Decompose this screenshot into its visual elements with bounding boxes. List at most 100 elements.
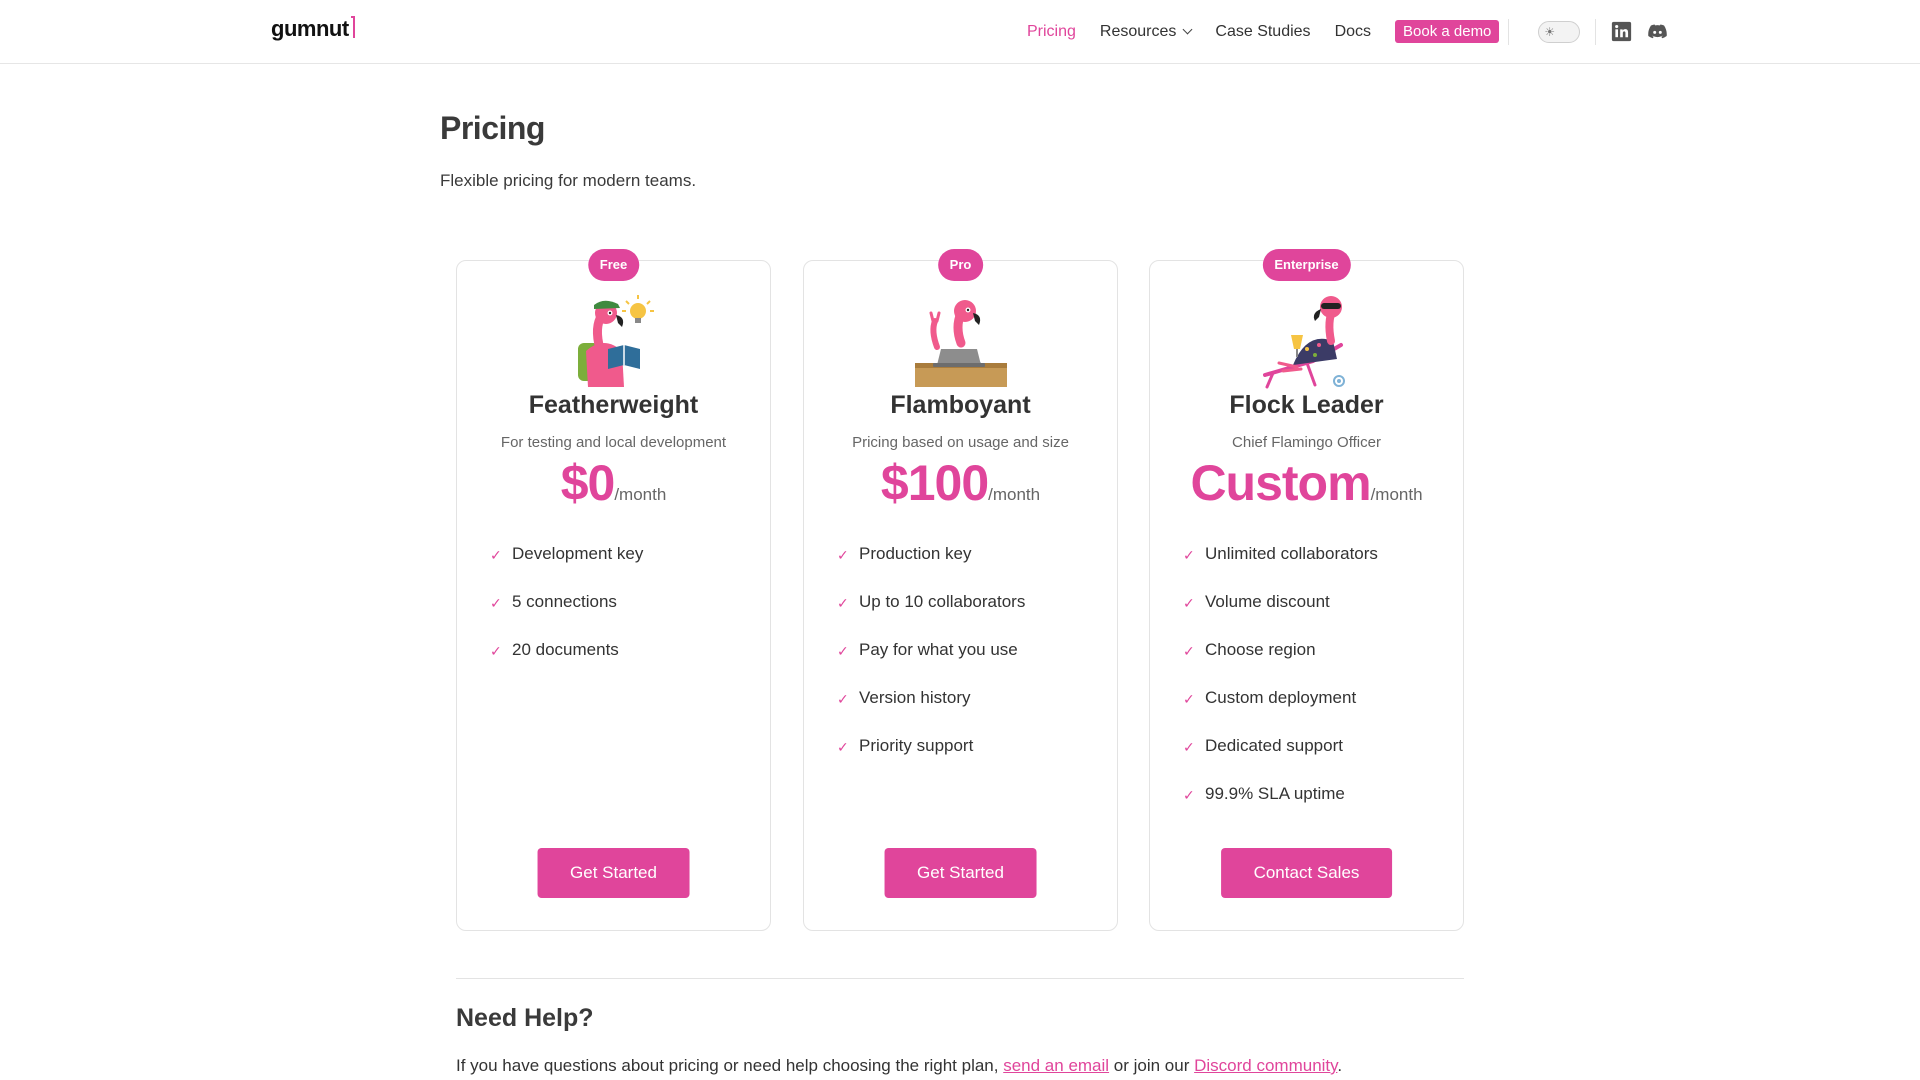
- sun-icon: ☀: [1544, 24, 1556, 39]
- check-icon: ✓: [837, 739, 849, 755]
- discord-community-link[interactable]: Discord community: [1194, 1056, 1337, 1075]
- send-email-link[interactable]: send an email: [1003, 1056, 1109, 1075]
- get-started-button[interactable]: Get Started: [884, 848, 1037, 898]
- feature-item: ✓ 99.9% SLA uptime: [1183, 784, 1378, 832]
- feature-item: ✓ Production key: [837, 544, 1025, 592]
- feature-label: Production key: [859, 544, 972, 563]
- feature-item: ✓ Priority support: [837, 736, 1025, 784]
- feature-label: Dedicated support: [1205, 736, 1343, 755]
- page-title: Pricing: [440, 110, 545, 146]
- plan-description: Chief Flamingo Officer: [1232, 434, 1381, 451]
- price-period: /month: [614, 485, 667, 504]
- feature-label: 20 documents: [512, 640, 619, 659]
- help-text-middle: or join our: [1109, 1056, 1195, 1075]
- nav-case-studies[interactable]: Case Studies: [1215, 23, 1310, 41]
- feature-item: ✓ Development key: [490, 544, 643, 592]
- plan-price: $0: [560, 455, 616, 511]
- plan-description: For testing and local development: [500, 434, 727, 451]
- help-title: Need Help?: [456, 1004, 594, 1032]
- plan-name: Featherweight: [528, 391, 699, 419]
- feature-label: Pay for what you use: [859, 640, 1018, 659]
- discord-icon[interactable]: [1647, 21, 1668, 42]
- price-period: /month: [1370, 485, 1423, 504]
- feature-item: ✓ Custom deployment: [1183, 688, 1378, 736]
- check-icon: ✓: [1183, 547, 1195, 563]
- feature-label: Development key: [512, 544, 644, 563]
- nav-resources-label: Resources: [1099, 22, 1177, 40]
- plan-card-pro: Pro Flamboyant Pricing based on usage an…: [803, 249, 1118, 931]
- feature-label: Up to 10 collaborators: [859, 592, 1026, 611]
- feature-list: ✓ Unlimited collaborators ✓ Volume discoun…: [1183, 544, 1378, 832]
- price-period: /month: [988, 485, 1041, 504]
- plan-name: Flock Leader: [1229, 391, 1384, 419]
- plan-badge: Enterprise: [1262, 249, 1351, 281]
- check-icon: ✓: [1183, 787, 1195, 803]
- price-row: $100/month: [804, 454, 1117, 512]
- nav-docs[interactable]: Docs: [1335, 23, 1371, 41]
- feature-item: ✓ Up to 10 collaborators: [837, 592, 1025, 640]
- feature-item: ✓ 20 documents: [490, 640, 643, 688]
- feature-label: Priority support: [859, 736, 974, 755]
- check-icon: ✓: [1183, 739, 1195, 755]
- book-demo-button[interactable]: Book a demo: [1395, 20, 1500, 43]
- feature-label: Version history: [859, 688, 971, 707]
- help-text-end: .: [1337, 1056, 1343, 1075]
- check-icon: ✓: [1183, 691, 1195, 707]
- feature-item: ✓ Unlimited collaborators: [1183, 544, 1378, 592]
- logo-text: gumnut: [271, 16, 349, 41]
- check-icon: ✓: [1183, 643, 1195, 659]
- section-divider: [456, 978, 1464, 979]
- plan-price: Custom: [1190, 455, 1371, 511]
- theme-toggle[interactable]: ☀: [1538, 20, 1581, 43]
- check-icon: ✓: [490, 643, 502, 659]
- plan-badge: Free: [587, 249, 640, 281]
- feature-list: ✓ Production key ✓ Up to 10 collaborators …: [837, 544, 1025, 784]
- chevron-down-icon: [1182, 24, 1193, 35]
- help-text: If you have questions about pricing or n…: [456, 1056, 1342, 1076]
- feature-label: Unlimited collaborators: [1205, 544, 1378, 563]
- contact-sales-button[interactable]: Contact Sales: [1220, 848, 1393, 898]
- check-icon: ✓: [837, 547, 849, 563]
- nav-pricing[interactable]: Pricing: [1027, 23, 1076, 41]
- main-nav: Pricing Resources Case Studies Docs Book…: [1027, 0, 1683, 63]
- feature-list: ✓ Development key ✓ 5 connections ✓ 20 docu…: [490, 544, 643, 688]
- check-icon: ✓: [837, 643, 849, 659]
- feature-label: Choose region: [1205, 640, 1316, 659]
- feature-item: ✓ 5 connections: [490, 592, 643, 640]
- plan-price: $100: [880, 455, 989, 511]
- plan-card-free: Free Featherweight For testing and local…: [456, 249, 771, 931]
- check-icon: ✓: [837, 691, 849, 707]
- gumnut-logo[interactable]: gumnut: [271, 16, 355, 42]
- plan-card-enterprise: Enterprise Flock Leader Chief Flamingo O…: [1149, 249, 1464, 931]
- feature-item: ✓ Choose region: [1183, 640, 1378, 688]
- check-icon: ✓: [837, 595, 849, 611]
- flamingo-reading-illustration: [577, 295, 654, 387]
- feature-item: ✓ Pay for what you use: [837, 640, 1025, 688]
- get-started-button[interactable]: Get Started: [537, 848, 690, 898]
- nav-divider: [1595, 18, 1597, 45]
- price-row: Custom/month: [1150, 454, 1463, 512]
- top-navigation: gumnut Pricing Resources Case Studies Do…: [0, 0, 1920, 64]
- logo-mark-icon: [350, 16, 355, 38]
- nav-resources[interactable]: Resources: [1099, 22, 1193, 41]
- price-row: $0/month: [457, 454, 770, 512]
- flamingo-laptop-illustration: [914, 300, 1007, 387]
- feature-item: ✓ Dedicated support: [1183, 736, 1378, 784]
- linkedin-icon[interactable]: [1611, 21, 1632, 42]
- check-icon: ✓: [490, 595, 502, 611]
- feature-label: 5 connections: [512, 592, 617, 611]
- help-text-start: If you have questions about pricing or n…: [456, 1056, 1004, 1075]
- flamingo-lounging-illustration: [1262, 296, 1345, 389]
- nav-divider: [1508, 18, 1510, 45]
- feature-label: 99.9% SLA uptime: [1205, 784, 1345, 803]
- check-icon: ✓: [490, 547, 502, 563]
- plan-name: Flamboyant: [890, 391, 1031, 419]
- plan-description: Pricing based on usage and size: [852, 434, 1069, 451]
- check-icon: ✓: [1183, 595, 1195, 611]
- page-subtitle: Flexible pricing for modern teams.: [440, 171, 697, 190]
- plan-badge: Pro: [937, 249, 984, 281]
- feature-label: Custom deployment: [1205, 688, 1357, 707]
- feature-item: ✓ Version history: [837, 688, 1025, 736]
- feature-item: ✓ Volume discount: [1183, 592, 1378, 640]
- feature-label: Volume discount: [1205, 592, 1330, 611]
